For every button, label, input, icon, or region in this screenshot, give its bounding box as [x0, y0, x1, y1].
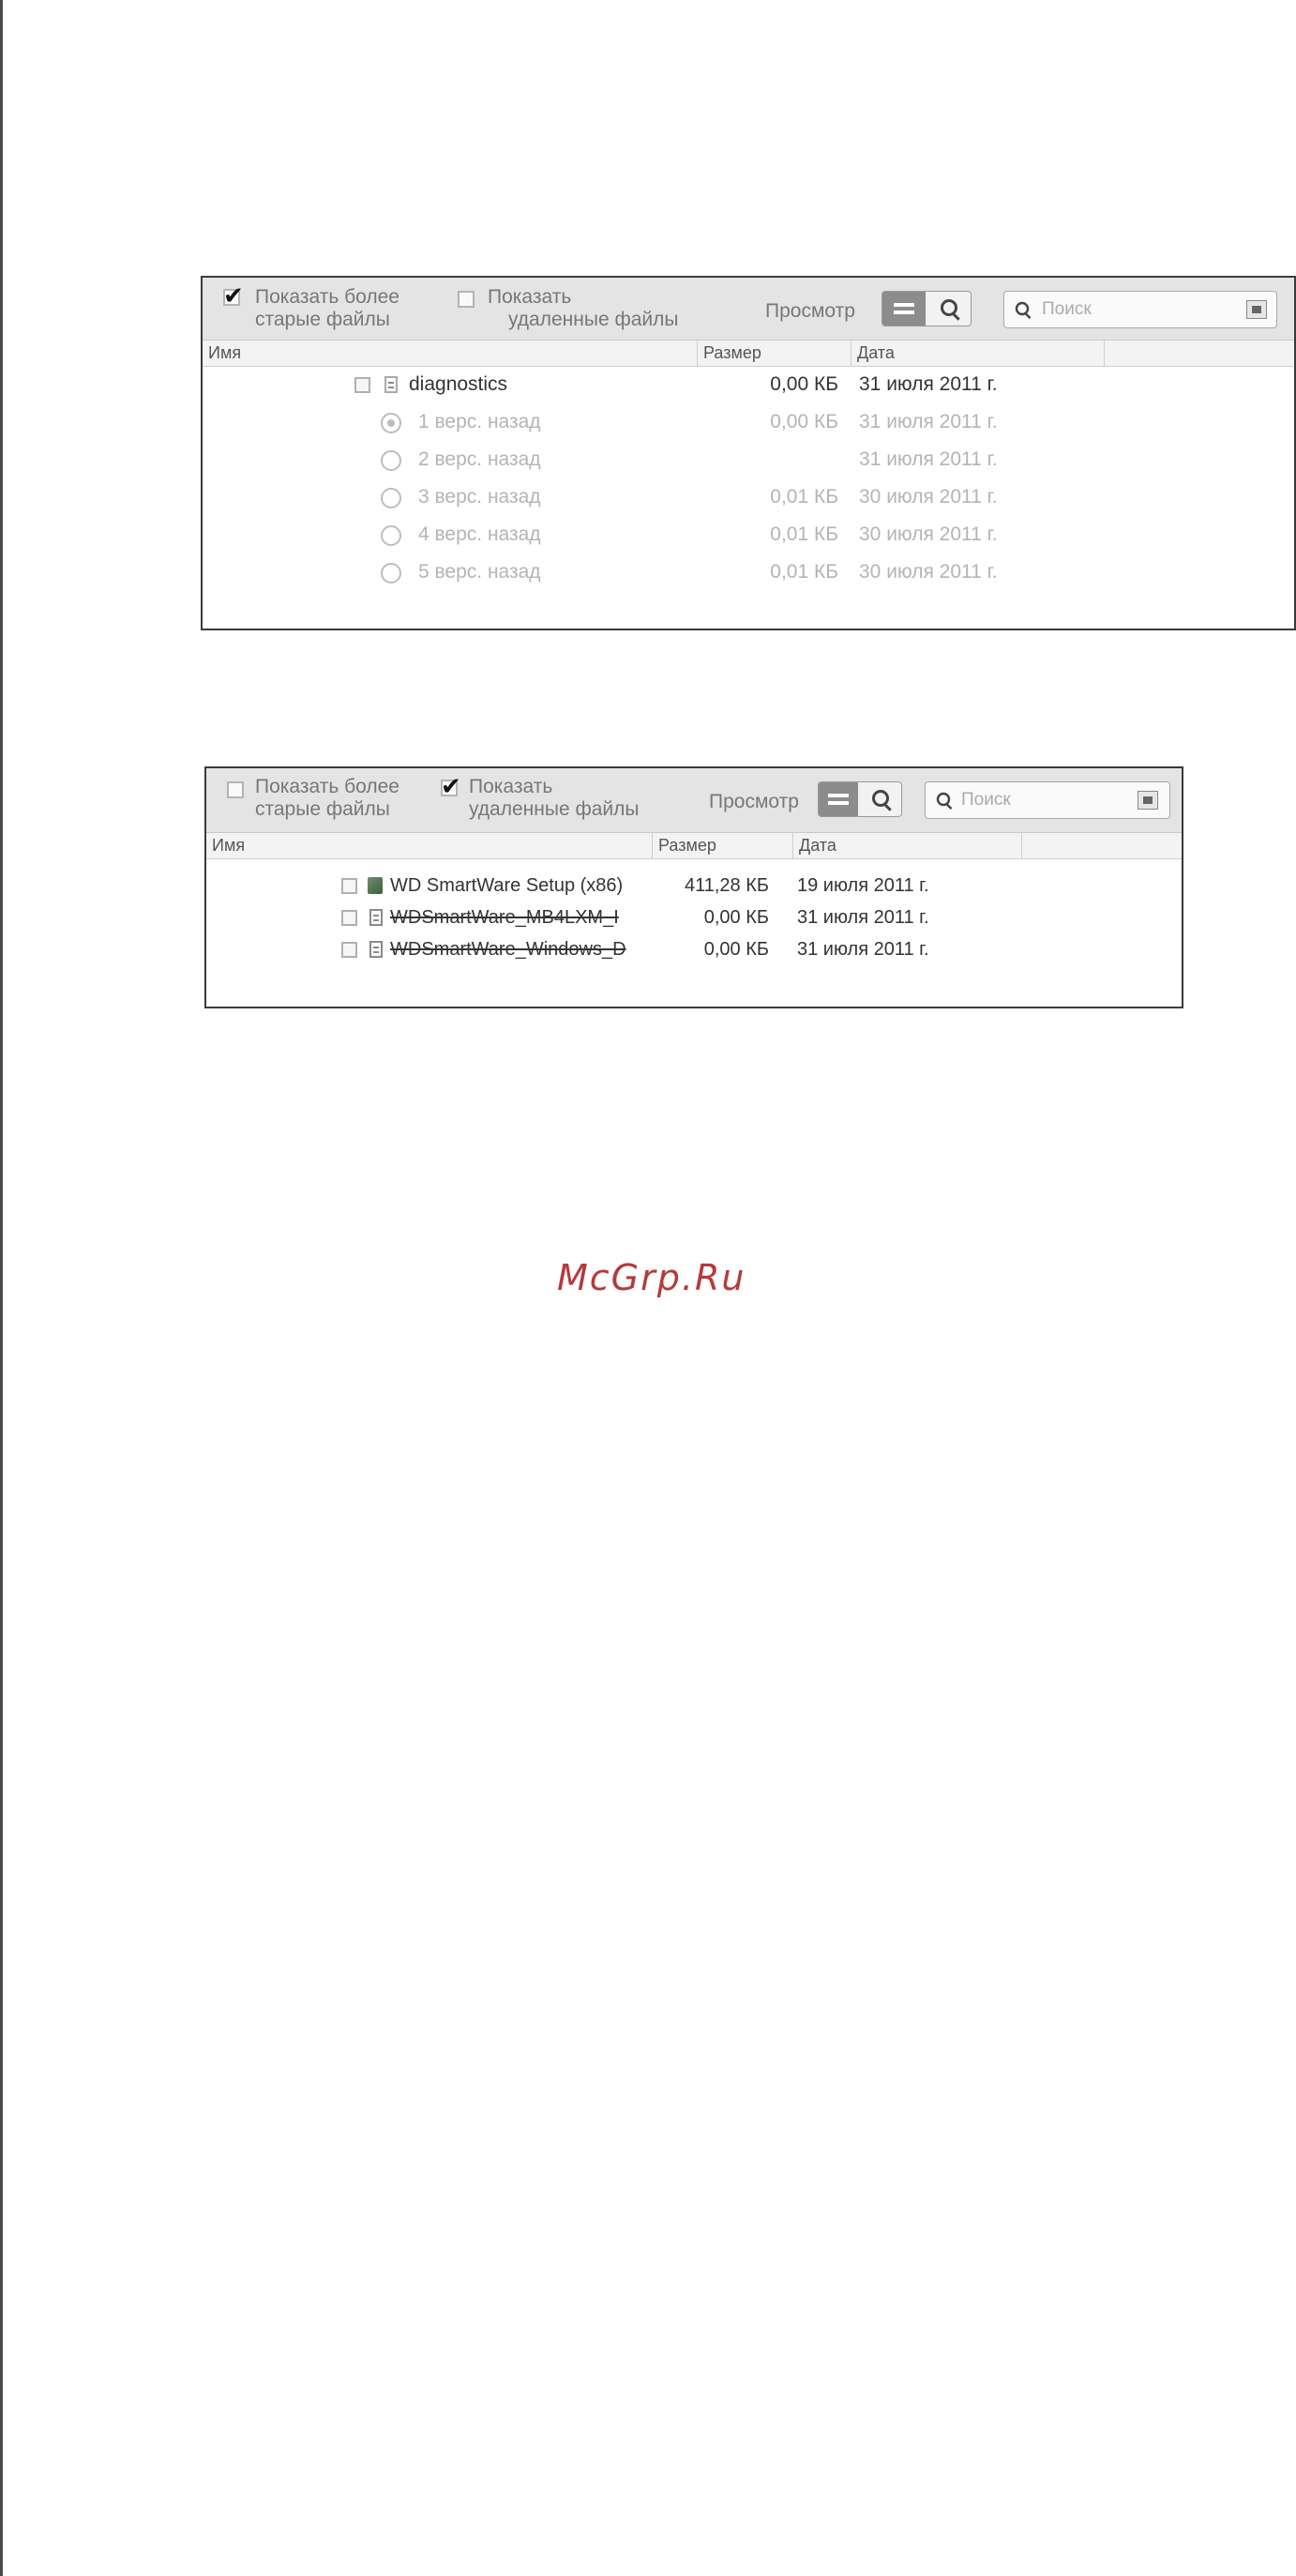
view-mode-toggle	[882, 291, 972, 326]
show-old-files-label[interactable]: Показать более старые файлы	[255, 776, 399, 821]
file-size: 0,00 КБ	[703, 907, 769, 928]
file-date: 31 июля 2011 г.	[797, 939, 929, 960]
column-header-date[interactable]: Дата	[851, 341, 1105, 366]
view-label: Просмотр	[709, 791, 799, 812]
column-header-extra	[1022, 833, 1182, 858]
show-deleted-files-checkbox[interactable]	[441, 773, 461, 801]
radio-icon[interactable]	[381, 413, 401, 433]
view-label: Просмотр	[765, 300, 855, 322]
file-browser-panel-deleted: Показать более старые файлы Показать уда…	[204, 766, 1183, 1008]
show-deleted-files-label[interactable]: Показать удаленные файлы	[488, 286, 679, 331]
column-header-name[interactable]: Имя	[203, 341, 698, 366]
list-item[interactable]: diagnostics 0,00 КБ 31 июля 2011 г.	[203, 367, 1294, 402]
show-old-files-label[interactable]: Показать более старые файлы	[255, 286, 399, 331]
clear-icon[interactable]	[1246, 300, 1267, 319]
file-date: 31 июля 2011 г.	[859, 373, 998, 395]
toolbar: Показать более старые файлы Показать уда…	[203, 278, 1294, 341]
page-left-rule	[0, 0, 3, 2576]
file-name: WD SmartWare Setup (x86)	[390, 875, 624, 896]
column-header-row: Имя Размер Дата	[203, 341, 1294, 367]
search-icon	[936, 792, 951, 807]
deleted-file-name: WDSmartWare_MB4LXM_I	[390, 907, 619, 928]
show-old-files-checkbox[interactable]	[227, 781, 244, 798]
search-box	[925, 781, 1170, 819]
file-size: 0,00 КБ	[770, 373, 838, 395]
column-header-date[interactable]: Дата	[793, 833, 1022, 858]
file-date: 31 июля 2011 г.	[859, 411, 998, 432]
file-date: 30 июля 2011 г.	[859, 523, 998, 545]
list-item[interactable]: WD SmartWare Setup (x86) 411,28 КБ 19 ию…	[206, 868, 1182, 903]
file-date: 31 июля 2011 г.	[859, 448, 998, 470]
file-size: 0,01 КБ	[770, 561, 838, 583]
list-item[interactable]: WDSmartWare_Windows_D 0,00 КБ 31 июля 20…	[206, 932, 1182, 967]
column-header-extra	[1105, 341, 1294, 366]
file-date: 30 июля 2011 г.	[859, 486, 998, 508]
column-header-row: Имя Размер Дата	[206, 833, 1182, 859]
version-name: 4 верс. назад	[418, 523, 541, 545]
version-name: 3 верс. назад	[418, 486, 541, 508]
search-icon	[1015, 301, 1030, 316]
application-icon	[368, 877, 383, 894]
file-list: diagnostics 0,00 КБ 31 июля 2011 г. 1 ве…	[203, 367, 1294, 629]
version-name: 1 верс. назад	[418, 411, 541, 432]
search-input[interactable]	[961, 788, 1130, 812]
list-view-icon[interactable]	[882, 292, 926, 326]
file-size: 0,00 КБ	[703, 939, 769, 960]
column-header-size[interactable]: Размер	[653, 833, 793, 858]
file-size: 411,28 КБ	[684, 875, 769, 896]
column-header-size[interactable]: Размер	[698, 341, 851, 366]
file-size: 0,01 КБ	[770, 486, 838, 508]
radio-icon[interactable]	[381, 450, 401, 471]
row-checkbox[interactable]	[341, 878, 357, 894]
column-header-name[interactable]: Имя	[206, 833, 653, 858]
deleted-file-name: WDSmartWare_Windows_D	[390, 939, 626, 960]
search-box	[1003, 291, 1277, 328]
show-deleted-files-label[interactable]: Показать удаленные файлы	[469, 776, 640, 821]
list-item[interactable]: 1 верс. назад 0,00 КБ 31 июля 2011 г.	[203, 404, 1294, 440]
folder-icon	[384, 376, 398, 393]
show-old-files-checkbox[interactable]	[223, 282, 244, 311]
show-deleted-files-checkbox[interactable]	[458, 291, 475, 308]
view-mode-toggle	[818, 781, 902, 817]
search-input[interactable]	[1042, 297, 1229, 322]
file-date: 30 июля 2011 г.	[859, 561, 998, 583]
file-date: 19 июля 2011 г.	[797, 875, 929, 896]
list-item[interactable]: 3 верс. назад 0,01 КБ 30 июля 2011 г.	[203, 479, 1294, 515]
row-checkbox[interactable]	[341, 942, 357, 958]
watermark-text: McGrp.Ru	[557, 1257, 746, 1298]
clear-icon[interactable]	[1138, 791, 1158, 810]
list-item[interactable]: 5 верс. назад 0,01 КБ 30 июля 2011 г.	[203, 554, 1294, 590]
version-name: 5 верс. назад	[418, 561, 541, 583]
row-checkbox[interactable]	[341, 910, 357, 926]
row-checkbox[interactable]	[354, 377, 370, 393]
list-item[interactable]: WDSmartWare_MB4LXM_I 0,00 КБ 31 июля 201…	[206, 900, 1182, 935]
toolbar: Показать более старые файлы Показать уда…	[206, 768, 1182, 833]
list-item[interactable]: 2 верс. назад 31 июля 2011 г.	[203, 442, 1294, 477]
radio-icon[interactable]	[381, 525, 401, 546]
version-name: 2 верс. назад	[418, 448, 541, 470]
radio-icon[interactable]	[381, 488, 401, 508]
magnifier-icon[interactable]	[929, 292, 971, 326]
magnifier-icon[interactable]	[862, 782, 901, 816]
file-date: 31 июля 2011 г.	[797, 907, 929, 928]
document-icon	[369, 941, 383, 958]
file-browser-panel-versions: Показать более старые файлы Показать уда…	[201, 276, 1296, 630]
file-size: 0,00 КБ	[770, 411, 838, 432]
list-item[interactable]: 4 верс. назад 0,01 КБ 30 июля 2011 г.	[203, 517, 1294, 553]
document-icon	[369, 909, 383, 926]
file-name: diagnostics	[409, 373, 508, 395]
file-list: WD SmartWare Setup (x86) 411,28 КБ 19 ию…	[206, 868, 1182, 1007]
file-size: 0,01 КБ	[770, 523, 838, 545]
radio-icon[interactable]	[381, 563, 401, 583]
list-view-icon[interactable]	[819, 782, 858, 816]
